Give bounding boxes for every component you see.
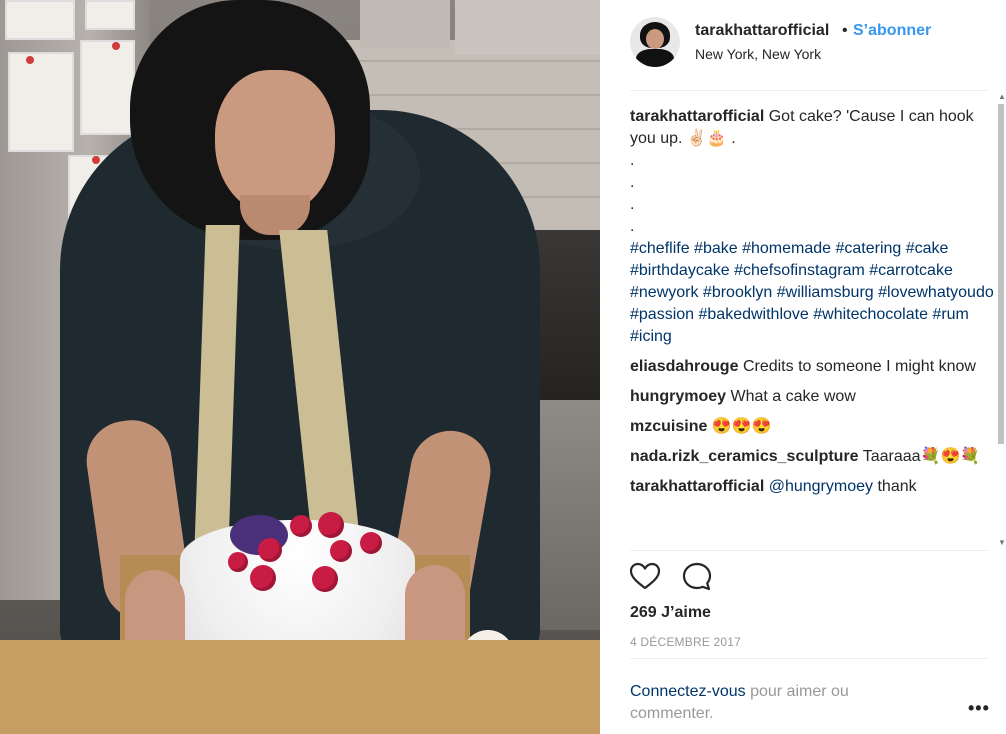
photo-berry [228,552,248,572]
comments-list[interactable]: tarakhattarofficial Got cake? 'Cause I c… [630,106,994,549]
post-header: tarakhattarofficial • S’abonner New York… [600,0,1006,90]
comment-text: thank [877,478,917,495]
comment-item: hungrymoey What a cake wow [630,386,994,408]
photo-berry [258,538,282,562]
header-separator: • [842,22,848,39]
photo-berry [290,515,312,537]
comment-username-link[interactable]: nada.rizk_ceramics_sculpture [630,448,859,465]
photo-strip [5,0,75,40]
photo-face [215,70,335,215]
comment-item: eliasdahrouge Credits to someone I might… [630,356,994,378]
comment-username-link[interactable]: hungrymoey [630,388,726,405]
comment-username-link[interactable]: eliasdahrouge [630,358,738,375]
comment-icon [682,562,712,591]
header-divider [630,90,988,91]
photo-berry [360,532,382,554]
caption-dot: . [630,218,635,235]
photo-strip [85,0,135,30]
comment-item: nada.rizk_ceramics_sculpture Taaraaa💐😍💐 [630,446,994,468]
caption-dot: . [630,196,635,213]
photo-box [0,640,600,734]
comment-button[interactable] [680,560,714,594]
photo-strip [8,52,74,152]
comment-mention-link[interactable]: @hungrymoey [769,478,873,495]
heart-icon [629,562,661,590]
caption-hashtags[interactable]: #cheflife #bake #homemade #catering #cak… [630,238,994,348]
photo-cabinet [360,0,450,48]
comment-text: What a cake wow [730,388,856,405]
location-link[interactable]: New York, New York [695,46,821,62]
photo-pin [92,156,100,164]
like-button[interactable] [628,560,662,594]
caption-username-link[interactable]: tarakhattarofficial [630,108,764,125]
photo-berry [330,540,352,562]
photo-strip [80,40,135,135]
comment-item: tarakhattarofficial @hungrymoey thank [630,476,994,498]
comment-item: mzcuisine 😍😍😍 [630,416,994,438]
scroll-thumb[interactable] [998,104,1004,444]
photo-berry [250,565,276,591]
comment-username-link[interactable]: tarakhattarofficial [630,478,764,495]
footer-divider [630,658,988,659]
follow-button[interactable]: S’abonner [853,22,931,40]
caption-dot: . [630,152,635,169]
photo-pin [26,56,34,64]
photo-cabinet [455,0,600,55]
scroll-up-icon[interactable]: ▲ [998,92,1006,101]
caption: tarakhattarofficial Got cake? 'Cause I c… [630,106,994,348]
comment-text: Taaraaa💐😍💐 [862,448,981,465]
photo-berry [312,566,338,592]
post-panel: tarakhattarofficial • S’abonner New York… [600,0,1006,734]
comment-text: Credits to someone I might know [742,358,976,375]
photo-berry [318,512,344,538]
photo-pin [112,42,120,50]
comment-text: 😍😍😍 [711,418,772,435]
login-prompt: Connectez-vous pour aimer ou commenter. [630,681,920,725]
scroll-down-icon[interactable]: ▼ [998,538,1006,547]
comments-scrollbar[interactable]: ▲ ▼ [996,92,1006,550]
post-date: 4 DÉCEMBRE 2017 [630,635,742,649]
header-username-link[interactable]: tarakhattarofficial [695,22,829,40]
login-link[interactable]: Connectez-vous [630,683,746,700]
post-photo[interactable] [0,0,600,734]
comments-divider [630,550,988,551]
avatar[interactable] [630,17,680,67]
comment-username-link[interactable]: mzcuisine [630,418,707,435]
caption-dot: . [630,174,635,191]
more-options-icon[interactable]: ••• [968,698,990,719]
likes-count[interactable]: 269 J’aime [630,604,711,622]
